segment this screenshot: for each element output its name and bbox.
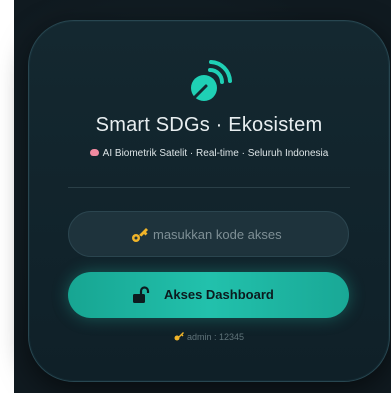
unlock-icon [133, 286, 150, 303]
app-subtitle: AI Biometrik Satelit · Real-time · Selur… [78, 147, 340, 161]
credentials-hint-text: admin : 12345 [186, 332, 245, 342]
satellite-dish-icon [191, 60, 232, 101]
access-dashboard-label: Akses Dashboard [164, 287, 274, 302]
subtitle-text: AI Biometrik Satelit · Real-time · Selur… [102, 148, 329, 159]
credentials-hint: admin : 12345 [28, 331, 390, 342]
app-title: Smart SDGs · Ekosistem [95, 114, 323, 136]
access-code-input[interactable] [153, 212, 333, 256]
access-code-field[interactable] [68, 211, 349, 257]
key-icon [132, 228, 148, 242]
access-dashboard-button[interactable]: Akses Dashboard [68, 272, 349, 318]
divider [68, 187, 350, 188]
brain-icon [89, 149, 99, 156]
hint-key-icon [174, 332, 184, 341]
